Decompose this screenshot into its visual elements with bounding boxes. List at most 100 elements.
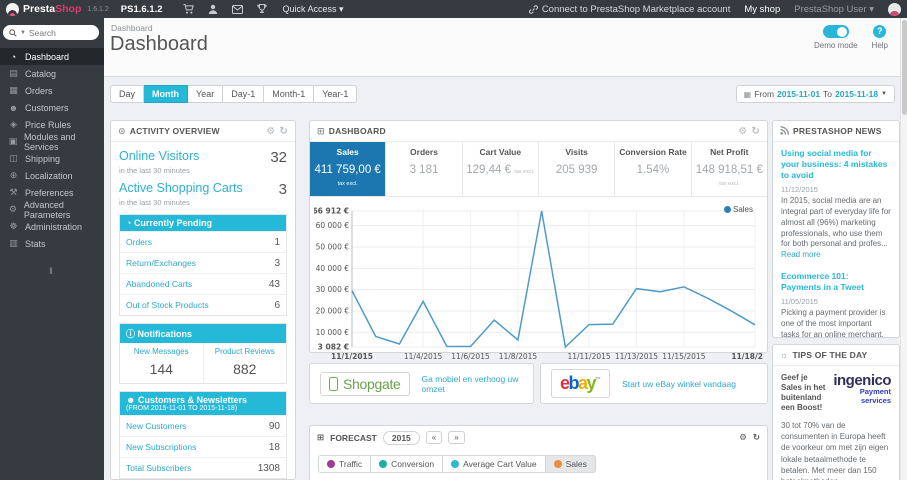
sidebar-collapse-icon[interactable]: ‖: [0, 266, 104, 276]
messages-icon[interactable]: [231, 4, 243, 14]
ebay-ad-panel[interactable]: ebay™ Start uw eBay winkel vandaag: [540, 363, 768, 404]
vertical-scrollbar[interactable]: [900, 18, 907, 480]
refresh-icon[interactable]: ↻: [751, 126, 760, 137]
refresh-icon[interactable]: ↻: [753, 432, 760, 443]
phone-icon: [329, 376, 338, 391]
brand-shop: Shop: [55, 3, 82, 15]
traffic-dot-icon: [327, 460, 335, 468]
sidebar-item-localization[interactable]: ⊕ Localization: [0, 167, 104, 184]
range-month-button[interactable]: Month: [144, 85, 189, 103]
shopgate-ad-panel[interactable]: Shopgate Ga mobiel en verhoog uw omzet: [309, 363, 534, 404]
to-date: 2015-11-18: [835, 89, 879, 99]
pending-row: Out of Stock Products 6: [120, 294, 286, 315]
legend-avg-cart-button[interactable]: Average Cart Value: [443, 455, 546, 473]
sidebar-item-preferences[interactable]: ⚒ Preferences: [0, 184, 104, 201]
brand[interactable]: PrestaShop 1.6.1.2 PS1.6.1.2: [0, 2, 169, 16]
gear-icon[interactable]: ⚙: [266, 126, 275, 137]
my-shop-link[interactable]: My shop: [744, 4, 780, 15]
new-subscriptions-link[interactable]: New Subscriptions: [126, 442, 196, 452]
news-article-date: 11/05/2015: [781, 297, 818, 307]
trophy-icon[interactable]: [256, 4, 267, 14]
link-icon: [528, 4, 538, 14]
news-article-title[interactable]: Using social media for your business: 4 …: [781, 148, 891, 181]
kpi-net-profit[interactable]: Net Profit 148 918,51 € tax excl.: [692, 142, 767, 196]
svg-text:40 000 €: 40 000 €: [316, 264, 350, 273]
quick-access-menu[interactable]: Quick Access ▾: [283, 4, 344, 15]
kpi-row: Sales 411 759,00 € tax excl. Orders 3 181 …: [310, 142, 767, 197]
marketplace-link[interactable]: Connect to PrestaShop Marketplace accoun…: [528, 4, 730, 15]
product-reviews-cell[interactable]: Product Reviews 882: [202, 343, 287, 383]
range-day-1-button[interactable]: Day-1: [223, 85, 265, 103]
range-day-button[interactable]: Day: [110, 85, 145, 103]
gear-icon[interactable]: ⚙: [738, 126, 747, 137]
svg-text:11/15/2015: 11/15/2015: [662, 352, 705, 361]
user-avatar[interactable]: [888, 2, 901, 16]
customer-icon[interactable]: [208, 4, 218, 14]
new-customers-link[interactable]: New Customers: [126, 421, 186, 431]
sidebar-item-stats[interactable]: ▥ Stats: [0, 235, 104, 252]
sidebar-item-shipping[interactable]: ◫ Shipping: [0, 150, 104, 167]
active-carts-link[interactable]: Active Shopping Carts: [119, 181, 243, 195]
administration-icon: ☸: [9, 221, 18, 231]
range-month-1-button[interactable]: Month-1: [264, 85, 315, 103]
date-range-buttons: Day Month Year Day-1 Month-1 Year-1: [110, 85, 358, 103]
kpi-orders[interactable]: Orders 3 181: [386, 142, 463, 196]
legend-traffic-button[interactable]: Traffic: [318, 455, 372, 473]
sidebar-item-customers[interactable]: ☻ Customers: [0, 99, 104, 116]
kpi-conversion-rate[interactable]: Conversion Rate 1.54%: [615, 142, 692, 196]
kpi-cart-value[interactable]: Cart Value 129,44 € tax excl.: [463, 142, 539, 196]
sidebar-item-advanced-parameters[interactable]: ⚙ Advanced Parameters: [0, 200, 104, 220]
pending-abandoned-link[interactable]: Abandoned Carts: [126, 279, 192, 289]
kpi-sales[interactable]: Sales 411 759,00 € tax excl.: [310, 142, 387, 196]
shopgate-link[interactable]: Ga mobiel en verhoog uw omzet: [422, 374, 523, 394]
pending-orders-link[interactable]: Orders: [126, 237, 152, 247]
search-input[interactable]: [28, 27, 87, 38]
sidebar-item-catalog[interactable]: ▤ Catalog: [0, 65, 104, 82]
help-icon[interactable]: ?: [873, 25, 887, 38]
read-more-link[interactable]: Read more: [781, 250, 821, 259]
legend-sales-button[interactable]: Sales: [545, 455, 596, 473]
pending-returns-link[interactable]: Return/Exchanges: [126, 258, 196, 268]
forecast-next-button[interactable]: »: [448, 431, 465, 444]
scrollbar-thumb[interactable]: [902, 20, 907, 115]
sidebar-item-administration[interactable]: ☸ Administration: [0, 218, 104, 235]
date-range-picker[interactable]: ▦ From 2015-11-01 To 2015-11-18 ▼: [735, 85, 895, 103]
news-article-title[interactable]: Ecommerce 101: Payments in a Tweet: [781, 271, 891, 293]
sidebar-item-price-rules[interactable]: ◈ Price Rules: [0, 116, 104, 133]
legend-conversion-button[interactable]: Conversion: [371, 455, 444, 473]
activity-overview-panel: ⊙ ACTIVITY OVERVIEW ⚙ ↻ Online Visitors …: [110, 120, 296, 480]
total-subscribers-link[interactable]: Total Subscribers: [126, 463, 191, 473]
forecast-prev-button[interactable]: «: [425, 431, 443, 444]
ebay-logo: ebay™: [551, 369, 611, 398]
avg-cart-dot-icon: [451, 460, 460, 468]
svg-text:11/11/2015: 11/11/2015: [567, 352, 610, 361]
brand-ps-version: PS1.6.1.2: [120, 3, 163, 15]
catalog-icon: ▤: [9, 68, 18, 78]
sidebar-search[interactable]: ▼: [3, 25, 99, 40]
prestashop-admin: PrestaShop 1.6.1.2 PS1.6.1.2 Quick Acces…: [0, 0, 907, 480]
demo-mode-toggle[interactable]: [822, 25, 849, 38]
news-article-date: 11/12/2015: [781, 185, 818, 195]
pending-outofstock-link[interactable]: Out of Stock Products: [126, 300, 209, 310]
svg-text:30 000 €: 30 000 €: [316, 285, 350, 294]
sidebar-item-modules[interactable]: ▣ Modules and Services: [0, 132, 104, 152]
range-year-1-button[interactable]: Year-1: [314, 85, 358, 103]
online-visitors-sub: in the last 30 minutes: [119, 166, 190, 175]
online-visitors-link[interactable]: Online Visitors: [119, 149, 199, 163]
breadcrumb[interactable]: Dashboard: [111, 23, 153, 33]
cart-icon[interactable]: [183, 4, 194, 14]
new-messages-cell[interactable]: New Messages 144: [120, 343, 203, 383]
range-year-button[interactable]: Year: [188, 85, 224, 103]
user-menu[interactable]: PrestaShop User ▾: [794, 4, 874, 15]
kpi-visits[interactable]: Visits 205 939: [539, 142, 616, 196]
clock-icon: ◔: [126, 218, 134, 228]
sidebar-item-orders[interactable]: ▦ Orders: [0, 82, 104, 99]
svg-text:50 000 €: 50 000 €: [316, 243, 350, 252]
advanced-parameters-icon: ⚙: [8, 204, 17, 214]
sidebar-item-dashboard[interactable]: ◔ Dashboard: [0, 48, 104, 65]
search-scope-caret-icon[interactable]: ▼: [20, 30, 26, 36]
gear-icon[interactable]: ⚙: [739, 432, 747, 443]
refresh-icon[interactable]: ↻: [279, 126, 288, 137]
conversion-dot-icon: [379, 460, 388, 468]
ebay-link[interactable]: Start uw eBay winkel vandaag: [622, 379, 736, 389]
